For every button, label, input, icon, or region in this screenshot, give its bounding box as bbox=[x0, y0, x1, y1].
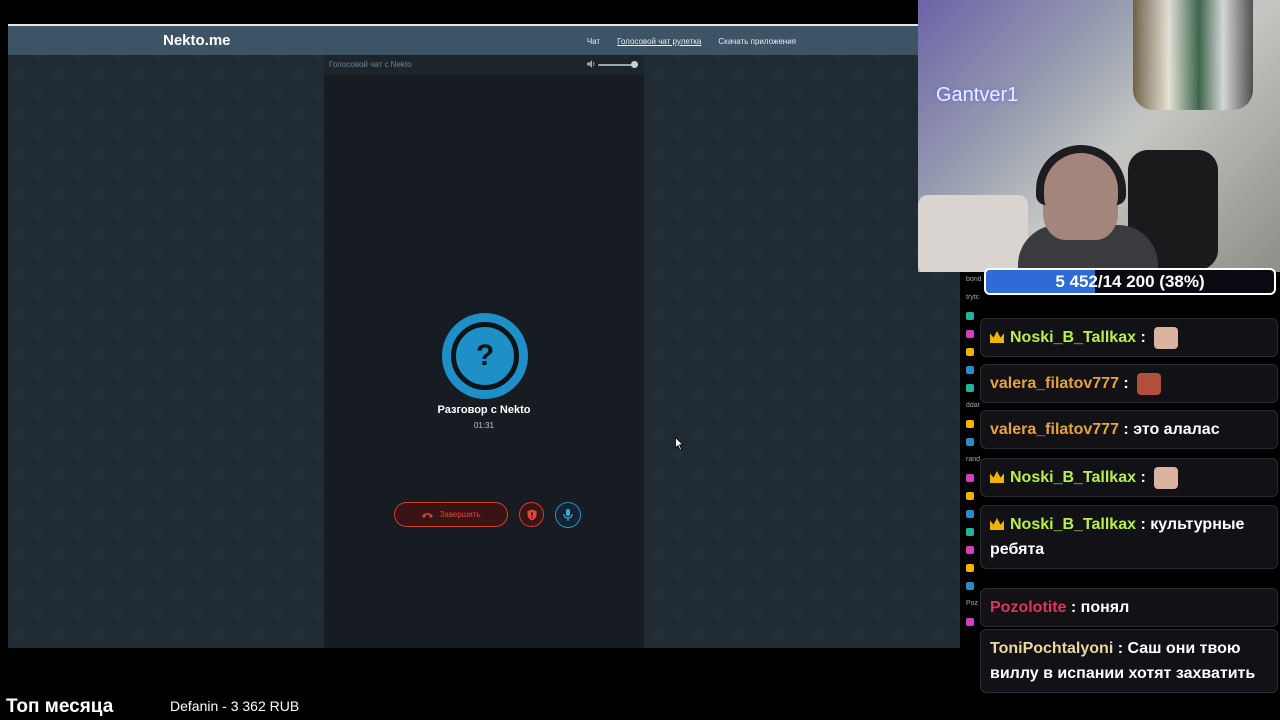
chat-message: Noski_B_Tallkax : культурные ребята bbox=[980, 505, 1278, 569]
volume-knob[interactable] bbox=[631, 61, 638, 68]
badge-icon bbox=[966, 474, 974, 482]
nav-download-apps[interactable]: Скачать приложения bbox=[718, 37, 796, 46]
webcam-overlay: Gantver1 bbox=[918, 0, 1280, 272]
chat-separator: : bbox=[1136, 516, 1151, 533]
badge-icon bbox=[966, 492, 974, 500]
panel-header: Голосовой чат с Nekto bbox=[324, 55, 644, 75]
end-call-label: Завершить bbox=[439, 510, 481, 519]
speaker-icon[interactable] bbox=[586, 59, 596, 69]
avatar-ring: ? bbox=[451, 322, 519, 390]
mini-chat-row: trytc bbox=[966, 294, 980, 301]
chat-username[interactable]: valera_filatov777 bbox=[990, 421, 1119, 438]
face-emote bbox=[1154, 466, 1179, 489]
chat-username[interactable]: ToniPochtalyoni bbox=[990, 640, 1113, 657]
chat-username[interactable]: Noski_B_Tallkax bbox=[1010, 469, 1136, 486]
chat-message: Noski_B_Tallkax : bbox=[980, 318, 1278, 357]
badge-icon bbox=[966, 582, 974, 590]
site-logo[interactable]: Nekto.me bbox=[163, 32, 231, 49]
shield-icon bbox=[527, 509, 536, 520]
site-nav: Чат Голосовой чат рулетка Скачать прилож… bbox=[587, 37, 796, 46]
badge-icon bbox=[966, 618, 974, 626]
streamer-name: Gantver1 bbox=[936, 84, 1019, 106]
badge-icon bbox=[966, 348, 974, 356]
crown-icon bbox=[990, 518, 1004, 530]
nav-chat[interactable]: Чат bbox=[587, 37, 600, 46]
face-emote bbox=[1137, 372, 1162, 395]
chat-message: Noski_B_Tallkax : bbox=[980, 458, 1278, 497]
badge-icon bbox=[966, 510, 974, 518]
headset bbox=[1036, 145, 1126, 205]
chat-username[interactable]: valera_filatov777 bbox=[990, 375, 1119, 392]
microphone-button[interactable] bbox=[555, 502, 581, 528]
chat-text: это алалас bbox=[1133, 421, 1220, 438]
face-emote bbox=[1154, 326, 1179, 349]
panel-title: Голосовой чат с Nekto bbox=[329, 60, 412, 69]
badge-icon bbox=[966, 564, 974, 572]
hangup-icon bbox=[422, 512, 434, 518]
chat-username[interactable]: Noski_B_Tallkax bbox=[1010, 329, 1136, 346]
call-timer: 01:31 bbox=[473, 421, 495, 430]
nav-voice-roulette[interactable]: Голосовой чат рулетка bbox=[617, 37, 701, 46]
chat-message: Pozolotite : понял bbox=[980, 588, 1278, 627]
end-call-button[interactable]: Завершить bbox=[394, 502, 508, 527]
chat-separator: : bbox=[1136, 329, 1151, 346]
goal-text: 5 452/14 200 (38%) bbox=[1055, 272, 1205, 291]
browser-window: Nekto.me Чат Голосовой чат рулетка Скача… bbox=[8, 24, 960, 648]
chat-separator: : bbox=[1113, 640, 1128, 657]
site-header: Nekto.me Чат Голосовой чат рулетка Скача… bbox=[8, 24, 960, 55]
bed bbox=[918, 195, 1028, 272]
donation-goal-bar: 5 452/14 200 (38%) bbox=[984, 268, 1276, 295]
microphone-icon bbox=[563, 509, 573, 521]
chat-username[interactable]: Pozolotite bbox=[990, 599, 1066, 616]
top-month-title: Топ месяца bbox=[6, 696, 114, 717]
chat-separator: : bbox=[1118, 421, 1134, 438]
crown-icon bbox=[990, 471, 1004, 483]
call-title: Разговор с Nekto bbox=[437, 404, 531, 416]
report-button[interactable] bbox=[519, 502, 544, 527]
badge-icon bbox=[966, 528, 974, 536]
chat-text: понял bbox=[1080, 599, 1130, 616]
chat-message: ToniPochtalyoni : Саш они твою виллу в и… bbox=[980, 629, 1278, 693]
badge-icon bbox=[966, 330, 974, 338]
crown-icon bbox=[990, 331, 1004, 343]
badge-icon bbox=[966, 546, 974, 554]
badge-icon bbox=[966, 366, 974, 374]
top-donor: Defanin - 3 362 RUB bbox=[170, 698, 300, 714]
chat-message: valera_filatov777 : это алалас bbox=[980, 410, 1278, 449]
mouse-cursor-icon bbox=[675, 437, 684, 451]
volume-slider[interactable] bbox=[586, 59, 638, 71]
question-mark-icon: ? bbox=[475, 339, 495, 372]
chat-message: valera_filatov777 : bbox=[980, 364, 1278, 403]
chat-username[interactable]: Noski_B_Tallkax bbox=[1010, 516, 1136, 533]
badge-icon bbox=[966, 384, 974, 392]
chat-separator: : bbox=[1118, 375, 1134, 392]
badge-icon bbox=[966, 438, 974, 446]
voice-chat-panel: Голосовой чат с Nekto ? Разговор с Nekto… bbox=[324, 55, 644, 648]
badge-icon bbox=[966, 420, 974, 428]
mini-chat-row: borid bbox=[966, 276, 982, 283]
hanging-clothes bbox=[1133, 0, 1253, 110]
chat-separator: : bbox=[1136, 469, 1151, 486]
badge-icon bbox=[966, 312, 974, 320]
chat-separator: : bbox=[1066, 599, 1081, 616]
partner-avatar: ? bbox=[442, 313, 528, 399]
